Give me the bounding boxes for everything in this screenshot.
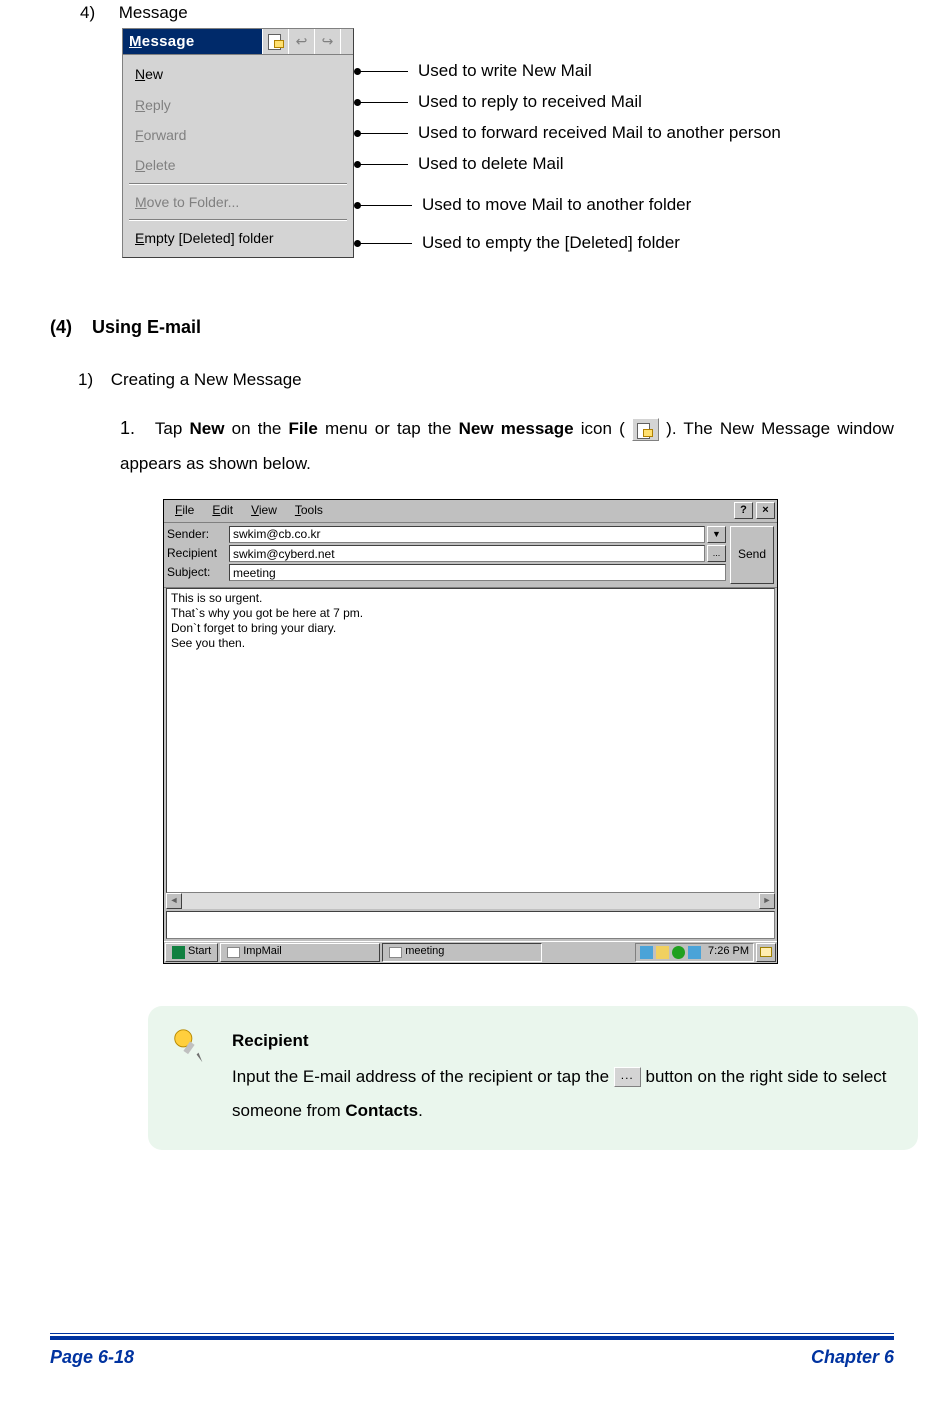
step-1-num: 1. [120,410,148,447]
recipient-label: Recipient [167,545,229,562]
subject-label: Subject: [167,564,229,581]
message-menu-title-rest: essage [142,33,195,50]
menu-item-move-to-folder[interactable]: Move to Folder... [125,187,351,217]
recipient-contacts-button[interactable]: ... [707,545,726,562]
callout-move: Used to move Mail to another folder [412,193,691,218]
taskbar-clock: 7:26 PM [704,944,749,960]
menubar: File Edit View Tools ? × [164,500,777,522]
callout-new: Used to write New Mail [408,59,592,84]
step-word-newmessage: New message [459,419,574,438]
contacts-picker-button: ... [614,1067,641,1087]
sub1-title: 1) Creating a New Message [78,368,894,393]
menu-view[interactable]: View [242,501,286,520]
pushpin-icon [170,1026,208,1064]
message-body[interactable]: This is so urgent. That`s why you got be… [166,588,775,893]
menu-separator [129,183,347,185]
help-button[interactable]: ? [734,502,753,519]
impmail-icon [227,947,240,958]
tray-icon-3[interactable] [672,946,685,959]
menu-item-delete[interactable]: Delete [125,150,351,180]
close-button[interactable]: × [756,502,775,519]
footer-rule [50,1336,894,1340]
toolbar-new-message-icon[interactable] [262,29,288,54]
tip-text: Input the E-mail address of the recipien… [232,1060,896,1128]
callout-reply: Used to reply to received Mail [408,90,642,115]
scroll-right-button[interactable]: ► [759,893,775,909]
horizontal-scrollbar[interactable]: ◄ ► [166,893,775,909]
taskbar-app-meeting[interactable]: meeting [382,943,542,962]
sender-input[interactable] [229,526,705,543]
meeting-icon [389,947,402,958]
toolbar-reply-icon[interactable]: ↩ [288,29,314,54]
message-menu-title: Message [123,29,262,55]
scroll-track[interactable] [182,893,759,909]
callout-line [360,133,408,134]
tip-contacts-word: Contacts [345,1101,418,1120]
recipient-input[interactable] [229,545,705,562]
callout-delete: Used to delete Mail [408,152,564,177]
taskbar-app-impmail[interactable]: ImpMail [220,943,380,962]
start-button[interactable]: Start [165,943,218,962]
menu-tools[interactable]: Tools [286,501,332,520]
new-message-window: File Edit View Tools ? × Sender: ▼ Recip… [163,499,778,964]
tray-icon-1[interactable] [640,946,653,959]
attachment-bar[interactable] [166,911,775,939]
section-4-text: Message [119,3,188,22]
toolbar-extra-icon[interactable] [340,29,353,54]
sub1-text: Creating a New Message [111,370,302,389]
sub1-num: 1) [78,368,106,393]
tip-title: Recipient [232,1024,896,1058]
menu-edit[interactable]: Edit [203,501,242,520]
menu-item-forward[interactable]: Forward [125,120,351,150]
menu-file[interactable]: File [166,501,203,520]
toolbar-forward-icon[interactable]: ↪ [314,29,340,54]
start-icon [172,946,185,959]
new-message-icon [632,418,659,441]
heading-text: Using E-mail [92,317,201,337]
callout-line [360,205,412,206]
step-word-new: New [189,419,224,438]
heading-num: (4) [50,317,72,337]
sender-label: Sender: [167,526,229,543]
menu-item-empty-deleted[interactable]: Empty [Deleted] folder [125,223,351,253]
step-1: 1. Tap New on the File menu or tap the N… [120,410,894,482]
menu-separator [129,219,347,221]
show-desktop-icon [760,947,772,957]
subject-input[interactable] [229,564,726,581]
tip-recipient: Recipient Input the E-mail address of th… [148,1006,918,1150]
sender-dropdown-button[interactable]: ▼ [707,526,726,543]
callout-line [360,102,408,103]
tray-icon-2[interactable] [656,946,669,959]
menu-item-new[interactable]: New [125,59,351,89]
section-4-number: 4) [80,1,114,26]
callout-line [360,243,412,244]
menu-item-reply[interactable]: Reply [125,90,351,120]
callout-empty: Used to empty the [Deleted] folder [412,231,680,256]
taskbar: Start ImpMail meeting 7:26 PM [164,941,777,963]
step-word-file: File [289,419,318,438]
section-4-title: 4) Message [80,1,894,26]
callout-line [360,164,408,165]
show-desktop-button[interactable] [756,943,776,962]
footer-page: Page 6-18 [50,1344,134,1370]
tray-icon-4[interactable] [688,946,701,959]
message-menu: Message ↩ ↪ New Reply Forward Delete Mov… [122,28,354,259]
system-tray[interactable]: 7:26 PM [635,943,754,962]
send-button[interactable]: Send [730,526,774,584]
scroll-left-button[interactable]: ◄ [166,893,182,909]
callout-forward: Used to forward received Mail to another… [408,121,781,146]
footer-chapter: Chapter 6 [811,1344,894,1370]
heading-using-email: (4) Using E-mail [50,314,894,340]
callout-line [360,71,408,72]
